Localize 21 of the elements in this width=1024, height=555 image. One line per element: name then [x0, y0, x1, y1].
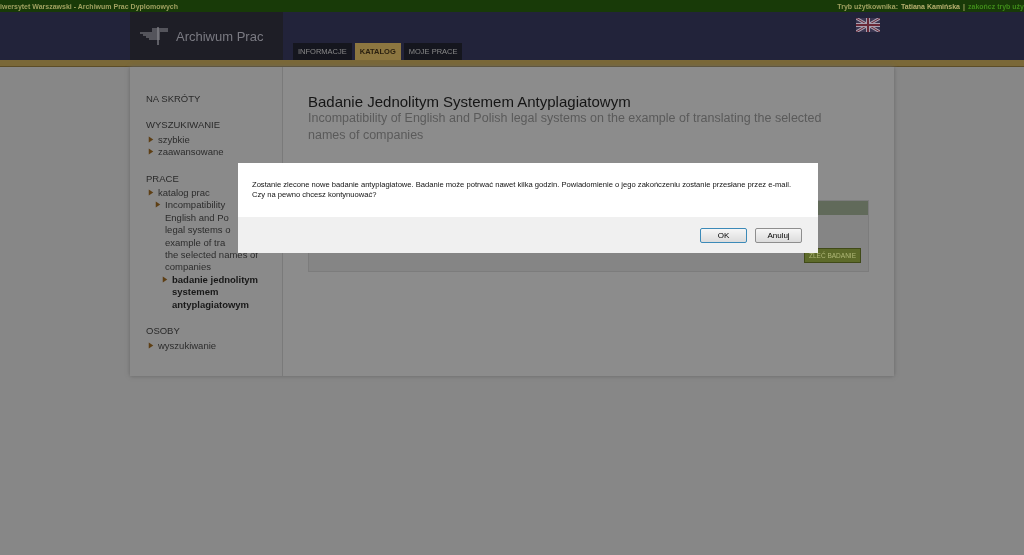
bullet-icon — [155, 201, 161, 209]
section-title: OSOBY — [146, 325, 180, 338]
tree-link[interactable]: zaawansowane — [158, 146, 224, 159]
bullet-icon — [148, 189, 154, 197]
cancel-button[interactable]: Anuluj — [755, 227, 802, 243]
bullet-icon — [148, 341, 154, 349]
tree-link[interactable]: katalog prac — [158, 187, 210, 200]
ok-button[interactable]: OK — [700, 227, 747, 243]
tree-link[interactable]: szybkie — [158, 133, 190, 147]
logo-icon — [138, 25, 170, 47]
bullet-icon — [148, 135, 154, 143]
tree-link[interactable]: wyszukiwanie — [158, 339, 217, 352]
tree-link[interactable]: badanie jednolitym systemem antyplagiatowym — [172, 273, 262, 312]
section-title: WYSZUKIWANIE — [146, 119, 221, 132]
bullet-icon — [162, 275, 168, 283]
flag-icon[interactable] — [856, 18, 880, 32]
section-title: NA SKRÓTY — [146, 93, 201, 106]
section-title: PRACE — [146, 172, 179, 186]
bullet-icon — [148, 148, 154, 156]
logo-text: Archiwum Prac — [176, 28, 264, 44]
page-title: Badanie Jednolitym Systemem Antyplagiatowym — [308, 93, 632, 110]
